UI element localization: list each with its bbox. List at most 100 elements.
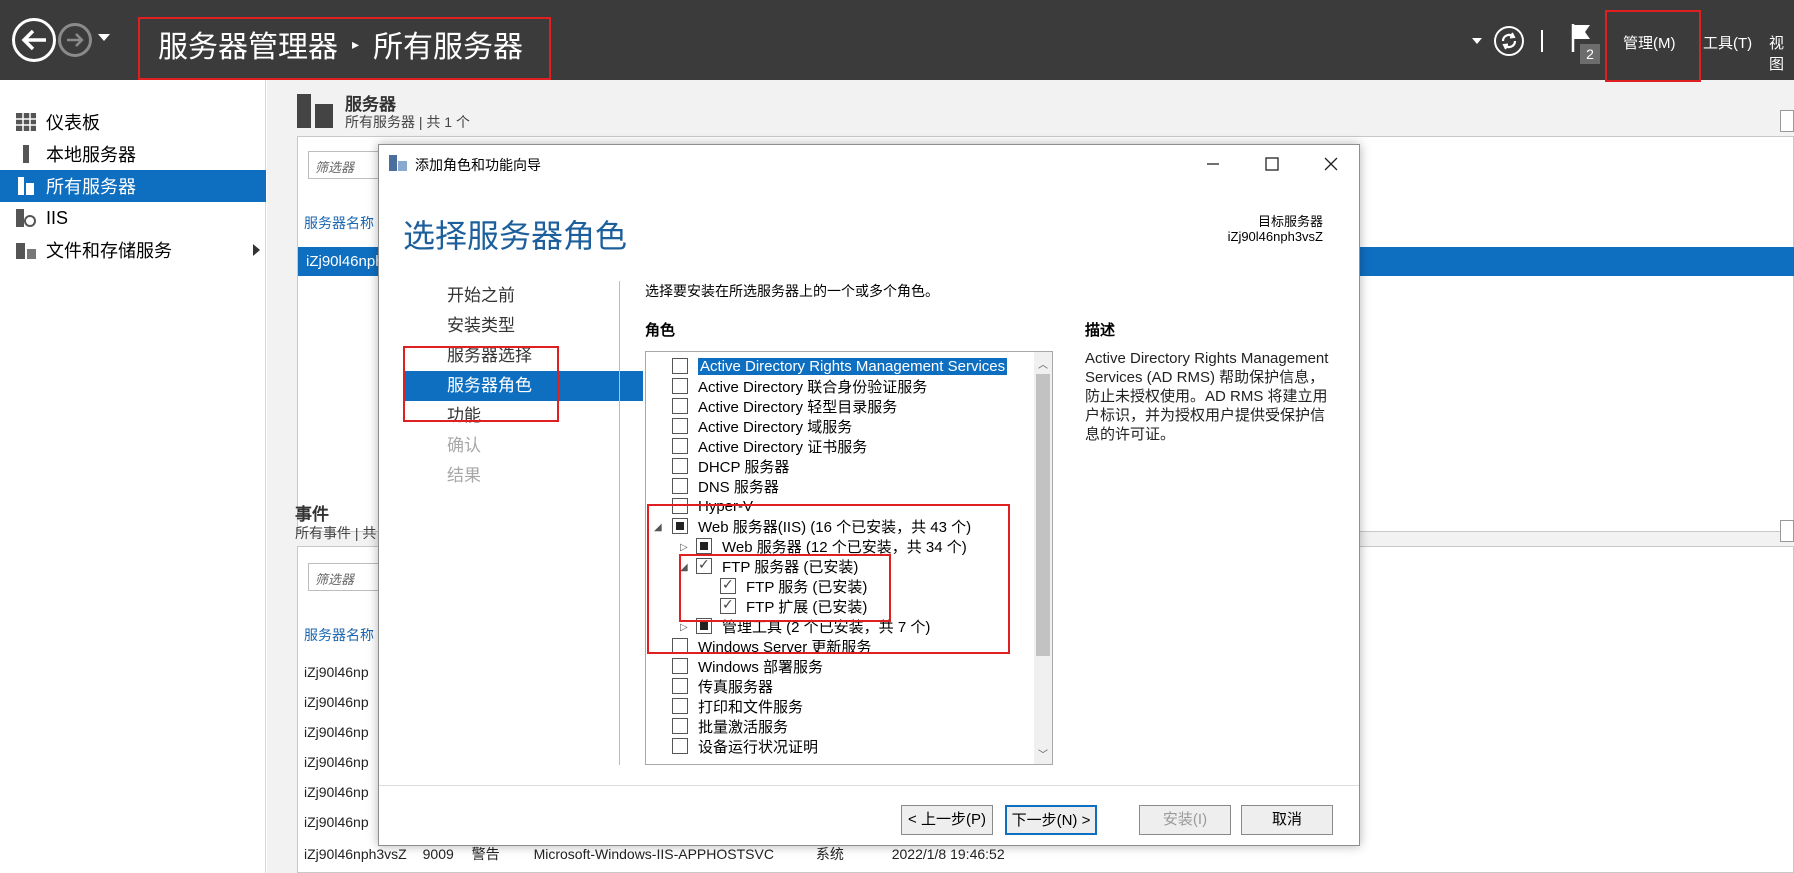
table-row[interactable]: iZj90l46np (304, 724, 369, 740)
expand-triangle-icon[interactable]: ▷ (680, 542, 688, 553)
list-item[interactable]: 管理工具 (2 个已安装，共 7 个) (696, 616, 1052, 636)
checkbox[interactable] (672, 438, 688, 454)
iis-icon (16, 209, 36, 227)
list-item[interactable]: Active Directory 域服务 (672, 416, 1052, 436)
roles-label: 角色 (645, 322, 676, 339)
table-row[interactable]: iZj90l46np (304, 754, 369, 770)
target-server-label: 目标服务器 (1257, 214, 1323, 229)
list-item[interactable]: 传真服务器 (672, 676, 1052, 696)
event-log: 系统 (815, 846, 844, 862)
checkbox[interactable] (672, 398, 688, 414)
sidebar-item-file-storage[interactable]: 文件和存储服务 (0, 234, 266, 266)
forward-button[interactable] (58, 23, 92, 57)
toolbar-divider (1541, 30, 1543, 52)
list-item[interactable]: DNS 服务器 (672, 476, 1052, 496)
checkbox[interactable] (672, 638, 688, 654)
expand-triangle-icon[interactable]: ▷ (680, 622, 688, 633)
storage-icon (16, 243, 36, 259)
checkbox[interactable] (672, 378, 688, 394)
section-collapse-button[interactable] (1780, 110, 1794, 132)
table-row[interactable]: iZj90l46np (304, 814, 369, 830)
expand-arrow-icon[interactable] (253, 244, 260, 256)
sidebar-item-label: 仪表板 (46, 113, 100, 133)
refresh-icon[interactable] (1494, 26, 1524, 56)
table-row[interactable]: iZj90l46np (304, 664, 369, 680)
menu-manage[interactable]: 管理(M) (1623, 32, 1676, 53)
list-item[interactable]: FTP 服务 (已安装) (720, 576, 1052, 596)
scroll-down-icon[interactable]: ﹀ (1038, 746, 1048, 761)
menu-view[interactable]: 视图 (1769, 32, 1794, 74)
list-item[interactable]: Active Directory 联合身份验证服务 (672, 376, 1052, 396)
scroll-up-icon[interactable]: ︿ (1038, 356, 1048, 371)
maximize-icon[interactable] (1260, 153, 1284, 175)
scroll-thumb[interactable] (1036, 374, 1050, 656)
checkbox[interactable] (672, 698, 688, 714)
checkbox[interactable] (672, 478, 688, 494)
list-item[interactable]: Active Directory 轻型目录服务 (672, 396, 1052, 416)
sidebar: 仪表板 本地服务器 所有服务器 IIS 文件和存储服务 (0, 80, 266, 873)
title-bar: 服务器管理器 ▸ 所有服务器 2 管理(M) 工具(T) 视图 (0, 0, 1794, 80)
list-item[interactable]: Windows 部署服务 (672, 656, 1052, 676)
section-collapse-button[interactable] (1780, 520, 1794, 542)
checkbox[interactable] (720, 596, 736, 614)
events-column-header[interactable]: 服务器名称 (304, 625, 374, 645)
next-button[interactable]: 下一步(N) > (1005, 805, 1097, 835)
close-icon[interactable] (1319, 153, 1343, 175)
checkbox[interactable] (720, 576, 736, 594)
list-item[interactable]: Hyper-V (672, 496, 1052, 516)
table-row[interactable]: iZj90l46np (304, 784, 369, 800)
checkbox[interactable] (672, 498, 688, 514)
checkbox[interactable] (672, 718, 688, 734)
checkbox[interactable] (672, 458, 688, 474)
list-item[interactable]: 批量激活服务 (672, 716, 1052, 736)
sidebar-item-label: IIS (46, 207, 69, 228)
list-item[interactable]: Web 服务器(IIS) (16 个已安装，共 43 个) (672, 516, 1052, 536)
checkbox[interactable] (696, 538, 712, 554)
servers-section-subtitle: 所有服务器 | 共 1 个 (345, 114, 470, 130)
menu-tools[interactable]: 工具(T) (1703, 32, 1752, 53)
servers-column-header[interactable]: 服务器名称 (304, 213, 374, 233)
sidebar-item-all-servers[interactable]: 所有服务器 (0, 170, 266, 202)
list-item[interactable]: 设备运行状况证明 (672, 736, 1052, 756)
checkbox[interactable] (672, 738, 688, 754)
step-server-roles[interactable]: 服务器角色 (403, 371, 643, 401)
back-button[interactable] (12, 18, 56, 62)
previous-button[interactable]: < 上一步(P) (901, 805, 993, 835)
list-item[interactable]: FTP 扩展 (已安装) (720, 596, 1052, 616)
minimize-icon[interactable] (1201, 153, 1225, 175)
sidebar-item-label: 本地服务器 (46, 145, 136, 165)
event-severity: 警告 (471, 846, 500, 862)
list-item[interactable]: Web 服务器 (12 个已安装，共 34 个) (696, 536, 1052, 556)
list-item[interactable]: Windows Server 更新服务 (672, 636, 1052, 656)
step-features[interactable]: 功能 (403, 401, 643, 431)
event-server: iZj90l46nph3vsZ (304, 846, 407, 862)
list-item[interactable]: 打印和文件服务 (672, 696, 1052, 716)
table-row[interactable]: iZj90l46nph3vsZ 9009 警告 Microsoft-Window… (304, 844, 1005, 864)
checkbox[interactable] (672, 418, 688, 434)
sidebar-item-local-server[interactable]: 本地服务器 (0, 138, 266, 170)
list-item[interactable]: Active Directory 证书服务 (672, 436, 1052, 456)
checkbox[interactable] (672, 518, 688, 534)
checkbox[interactable] (696, 556, 712, 574)
collapse-triangle-icon[interactable]: ◢ (680, 562, 688, 573)
list-item[interactable]: Active Directory Rights Management Servi… (672, 356, 1052, 376)
step-before-you-begin[interactable]: 开始之前 (403, 281, 643, 311)
sidebar-item-dashboard[interactable]: 仪表板 (0, 106, 266, 138)
checkbox[interactable] (672, 358, 688, 374)
checkbox[interactable] (672, 678, 688, 694)
cancel-button[interactable]: 取消 (1241, 805, 1333, 835)
list-item[interactable]: DHCP 服务器 (672, 456, 1052, 476)
sidebar-item-iis[interactable]: IIS (0, 202, 266, 234)
list-item[interactable]: FTP 服务器 (已安装) (696, 556, 1052, 576)
collapse-triangle-icon[interactable]: ◢ (654, 522, 662, 533)
history-dropdown-icon[interactable] (98, 34, 110, 41)
table-row[interactable]: iZj90l46np (304, 694, 369, 710)
step-installation-type[interactable]: 安装类型 (403, 311, 643, 341)
dropdown-icon[interactable] (1472, 38, 1482, 44)
checkbox[interactable] (672, 658, 688, 674)
checkbox[interactable] (696, 618, 712, 634)
events-section-title: 事件 (295, 505, 329, 524)
step-server-selection[interactable]: 服务器选择 (403, 341, 643, 371)
breadcrumb-root[interactable]: 服务器管理器 (158, 22, 338, 66)
roles-scrollbar[interactable]: ︿ ﹀ (1034, 352, 1052, 764)
